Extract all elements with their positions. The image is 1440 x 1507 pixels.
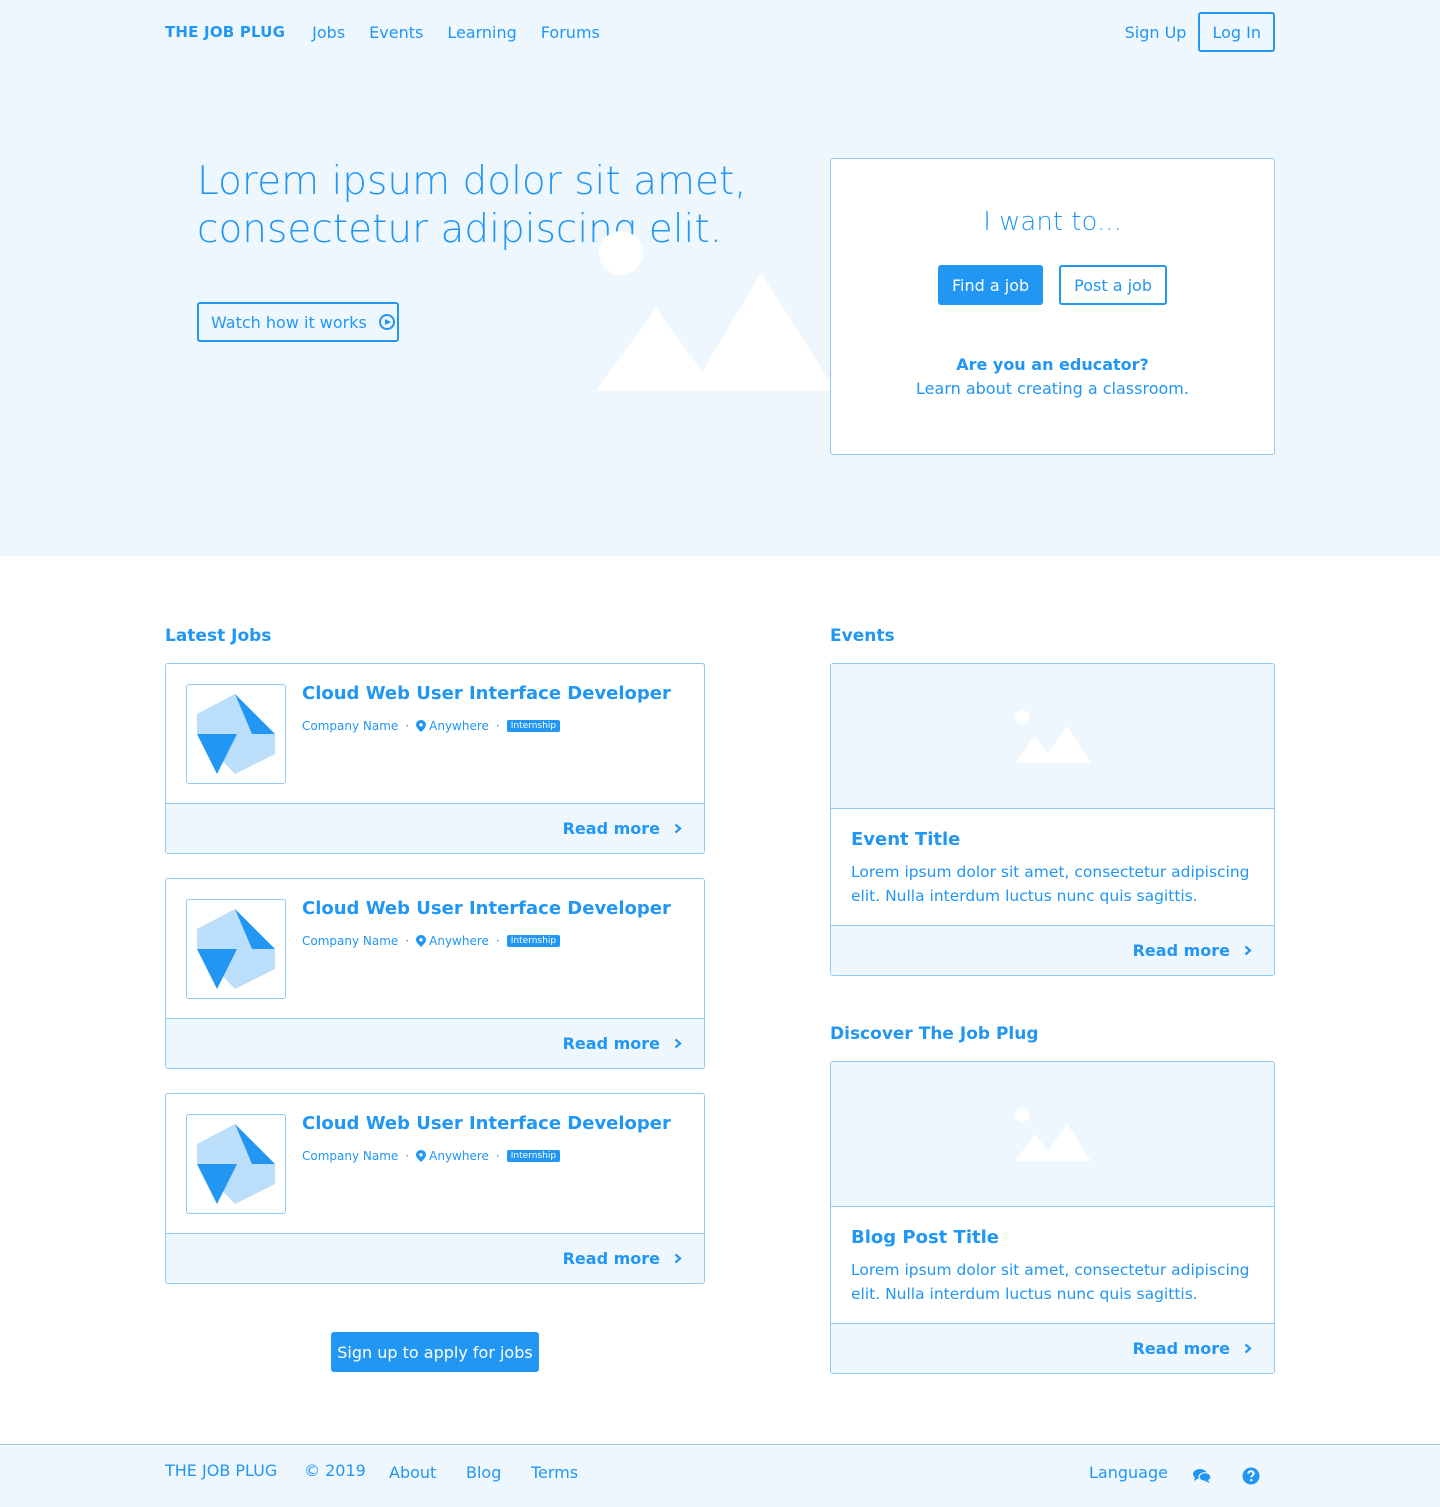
post-job-button[interactable]: Post a job (1059, 265, 1167, 305)
job-title[interactable]: Cloud Web User Interface Developer (302, 1113, 671, 1134)
separator-dot: · (405, 934, 410, 948)
blog-post-description: Lorem ipsum dolor sit amet, consectetur … (851, 1261, 1250, 1303)
read-more-link[interactable]: Read more (831, 1323, 1274, 1373)
read-more-label: Read more (562, 1249, 660, 1268)
discover-heading: Discover The Job Plug (830, 1024, 1039, 1044)
chat-icon[interactable] (1193, 1467, 1211, 1485)
company-name: Company Name (302, 1149, 399, 1163)
sign-up-link[interactable]: Sign Up (1125, 23, 1187, 42)
event-title[interactable]: Event Title (851, 829, 960, 850)
want-card-title: I want to... (983, 207, 1122, 237)
separator-dot: · (495, 1149, 500, 1163)
image-placeholder-icon (1014, 710, 1091, 763)
events-heading: Events (830, 626, 895, 646)
hero-mountains-illustration (596, 231, 836, 391)
read-more-label: Read more (562, 819, 660, 838)
image-placeholder-icon (1014, 1108, 1091, 1161)
read-more-link[interactable]: Read more (166, 803, 704, 853)
footer-copyright: © 2019 (304, 1461, 366, 1480)
chevron-right-icon (1244, 1343, 1252, 1354)
watch-button-label: Watch how it works (211, 312, 367, 332)
job-meta: Company Name · Anywhere · Internship (302, 1149, 561, 1163)
job-card[interactable]: Cloud Web User Interface Developer Compa… (165, 1093, 705, 1284)
read-more-link[interactable]: Read more (831, 925, 1274, 975)
map-pin-icon (416, 720, 427, 732)
play-circle-icon (378, 314, 395, 330)
watch-how-it-works-button[interactable]: Watch how it works (197, 302, 399, 342)
find-job-button[interactable]: Find a job (938, 265, 1044, 305)
nav-auth: Sign Up Log In (1125, 12, 1275, 52)
footer-link-about[interactable]: About (389, 1463, 436, 1482)
log-in-button[interactable]: Log In (1198, 12, 1275, 52)
chevron-right-icon (674, 1253, 682, 1264)
chevron-right-icon (674, 1038, 682, 1049)
company-name: Company Name (302, 934, 399, 948)
latest-jobs-heading: Latest Jobs (165, 626, 272, 646)
job-meta: Company Name · Anywhere · Internship (302, 934, 561, 948)
classroom-link[interactable]: Learn about creating a classroom. (831, 379, 1274, 398)
i-want-to-card: I want to... Find a job Post a job Are y… (830, 158, 1275, 455)
cube-logo-icon (197, 909, 275, 989)
job-title[interactable]: Cloud Web User Interface Developer (302, 898, 671, 919)
company-name: Company Name (302, 719, 399, 733)
footer: THE JOB PLUG © 2019 About Blog Terms Lan… (0, 1444, 1440, 1507)
sign-up-to-apply-button[interactable]: Sign up to apply for jobs (331, 1332, 539, 1372)
separator-dot: · (405, 1149, 410, 1163)
separator-dot: · (495, 719, 500, 733)
read-more-label: Read more (562, 1034, 660, 1053)
nav-link-forums[interactable]: Forums (541, 23, 600, 42)
footer-brand[interactable]: THE JOB PLUG (165, 1461, 277, 1480)
company-logo (186, 899, 286, 999)
separator-dot: · (405, 719, 410, 733)
read-more-link[interactable]: Read more (166, 1018, 704, 1068)
chevron-right-icon (674, 823, 682, 834)
job-location: Anywhere (429, 719, 489, 733)
event-description: Lorem ipsum dolor sit amet, consectetur … (851, 863, 1250, 905)
cube-logo-icon (197, 1124, 275, 1204)
job-location: Anywhere (429, 934, 489, 948)
educator-question: Are you an educator? (956, 355, 1149, 374)
blog-post-title[interactable]: Blog Post Title (851, 1227, 999, 1248)
read-more-label: Read more (1132, 1339, 1230, 1358)
job-meta: Company Name · Anywhere · Internship (302, 719, 561, 733)
help-icon[interactable] (1242, 1467, 1260, 1485)
language-selector[interactable]: Language (1089, 1463, 1168, 1482)
nav-link-learning[interactable]: Learning (447, 23, 516, 42)
job-type-badge: Internship (506, 720, 561, 732)
separator-dot: · (495, 934, 500, 948)
job-title[interactable]: Cloud Web User Interface Developer (302, 683, 671, 704)
chevron-right-icon (1244, 945, 1252, 956)
job-card[interactable]: Cloud Web User Interface Developer Compa… (165, 663, 705, 854)
map-pin-icon (416, 1150, 427, 1162)
job-location: Anywhere (429, 1149, 489, 1163)
job-card[interactable]: Cloud Web User Interface Developer Compa… (165, 878, 705, 1069)
footer-link-blog[interactable]: Blog (466, 1463, 501, 1482)
nav-link-events[interactable]: Events (369, 23, 423, 42)
blog-post-card[interactable]: Blog Post Title Lorem ipsum dolor sit am… (830, 1061, 1275, 1374)
blog-post-image (831, 1062, 1274, 1207)
event-image (831, 664, 1274, 809)
event-card[interactable]: Event Title Lorem ipsum dolor sit amet, … (830, 663, 1275, 976)
job-type-badge: Internship (506, 935, 561, 947)
read-more-label: Read more (1132, 941, 1230, 960)
map-pin-icon (416, 935, 427, 947)
cube-logo-icon (197, 694, 275, 774)
nav-link-jobs[interactable]: Jobs (312, 23, 345, 42)
read-more-link[interactable]: Read more (166, 1233, 704, 1283)
brand-logo[interactable]: THE JOB PLUG (165, 23, 285, 41)
job-type-badge: Internship (506, 1150, 561, 1162)
company-logo (186, 684, 286, 784)
want-card-buttons: Find a job Post a job (831, 265, 1274, 305)
company-logo (186, 1114, 286, 1214)
footer-link-terms[interactable]: Terms (531, 1463, 578, 1482)
top-nav: THE JOB PLUG Jobs Events Learning Forums… (165, 12, 1275, 52)
